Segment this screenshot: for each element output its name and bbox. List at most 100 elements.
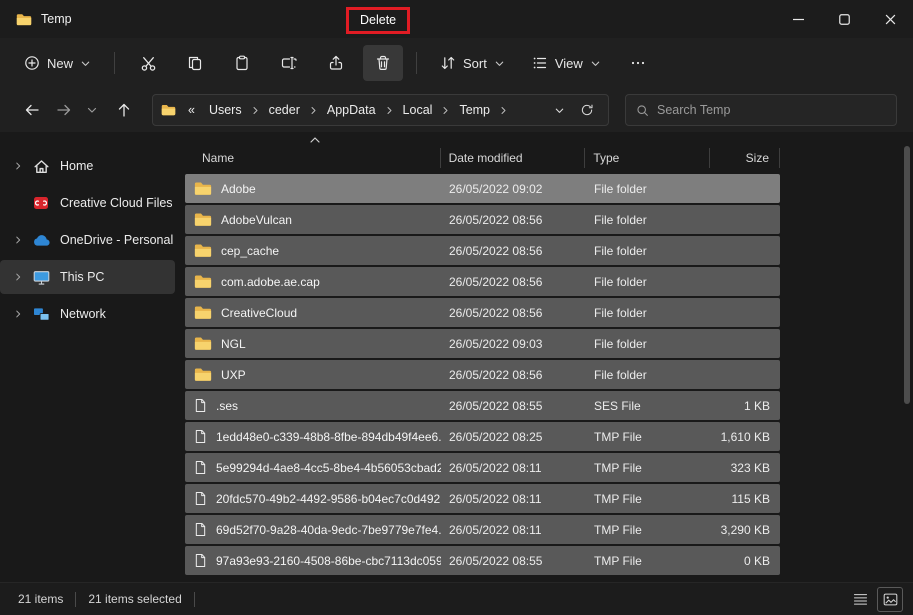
column-header-date-modified[interactable]: Date modified xyxy=(441,151,585,174)
file-date-modified: 26/05/2022 08:56 xyxy=(441,275,586,289)
content-area: Home Creative Cloud Files OneDrive - Per… xyxy=(0,132,913,582)
folder-icon xyxy=(194,212,212,227)
view-list-icon xyxy=(532,55,548,71)
column-header-name[interactable]: Name xyxy=(185,151,440,174)
breadcrumb-item-temp[interactable]: Temp xyxy=(453,100,496,120)
file-name-cell: AdobeVulcan xyxy=(185,212,441,227)
chevron-right-icon[interactable] xyxy=(10,272,26,282)
file-name: AdobeVulcan xyxy=(221,213,292,227)
delete-annotation-label: Delete xyxy=(360,13,396,27)
sidebar-item-creative-cloud-files[interactable]: Creative Cloud Files xyxy=(0,186,175,220)
file-name: 69d52f70-9a28-40da-9edc-7be9779e7fe4.... xyxy=(216,523,441,537)
sidebar-item-home[interactable]: Home xyxy=(0,149,175,183)
file-name-cell: CreativeCloud xyxy=(185,305,441,320)
column-header-type[interactable]: Type xyxy=(585,151,709,174)
new-button[interactable]: New xyxy=(14,45,101,81)
back-button[interactable] xyxy=(16,94,48,126)
file-name: 5e99294d-4ae8-4cc5-8be4-4b56053cbad2... xyxy=(216,461,441,475)
file-row[interactable]: 1edd48e0-c339-48b8-8fbe-894db49f4ee6... … xyxy=(185,422,780,451)
file-row[interactable]: 20fdc570-49b2-4492-9586-b04ec7c0d492....… xyxy=(185,484,780,513)
window-controls xyxy=(775,0,913,38)
file-row[interactable]: 69d52f70-9a28-40da-9edc-7be9779e7fe4....… xyxy=(185,515,780,544)
address-history-button[interactable] xyxy=(546,97,572,123)
file-name-cell: Adobe xyxy=(185,181,441,196)
file-name-cell: 97a93e93-2160-4508-86be-cbc7113dc059... xyxy=(185,553,441,568)
file-name: UXP xyxy=(221,368,246,382)
view-button[interactable]: View xyxy=(522,45,611,81)
file-name-cell: 1edd48e0-c339-48b8-8fbe-894db49f4ee6... xyxy=(185,429,441,444)
file-date-modified: 26/05/2022 08:56 xyxy=(441,306,586,320)
file-row[interactable]: cep_cache 26/05/2022 08:56 File folder xyxy=(185,236,780,265)
minimize-button[interactable] xyxy=(775,0,821,38)
file-type: TMP File xyxy=(586,461,711,475)
breadcrumb-item-ceder[interactable]: ceder xyxy=(263,100,306,120)
file-name: com.adobe.ae.cap xyxy=(221,275,320,289)
file-icon xyxy=(194,460,207,475)
sort-button-label: Sort xyxy=(463,56,487,71)
paste-button[interactable] xyxy=(222,45,262,81)
command-bar: New Sort View xyxy=(0,38,913,88)
vertical-scrollbar[interactable] xyxy=(903,138,910,576)
file-row[interactable]: CreativeCloud 26/05/2022 08:56 File fold… xyxy=(185,298,780,327)
file-row[interactable]: com.adobe.ae.cap 26/05/2022 08:56 File f… xyxy=(185,267,780,296)
breadcrumb-item-users[interactable]: Users xyxy=(203,100,248,120)
scissors-icon xyxy=(140,55,157,72)
sidebar-item-this-pc[interactable]: This PC xyxy=(0,260,175,294)
file-row[interactable]: .ses 26/05/2022 08:55 SES File 1 KB xyxy=(185,391,780,420)
search-input[interactable] xyxy=(657,103,886,117)
toolbar-divider xyxy=(114,52,115,74)
sidebar-item-label: Home xyxy=(60,159,93,173)
sidebar-item-network[interactable]: Network xyxy=(0,297,175,331)
file-row[interactable]: 5e99294d-4ae8-4cc5-8be4-4b56053cbad2... … xyxy=(185,453,780,482)
file-name-cell: NGL xyxy=(185,336,441,351)
breadcrumb[interactable]: « Users ceder AppData Local Temp xyxy=(152,94,609,126)
status-bar: 21 items 21 items selected xyxy=(0,582,913,615)
sort-button[interactable]: Sort xyxy=(430,45,515,81)
file-type: File folder xyxy=(586,337,711,351)
window-title-group: Temp xyxy=(0,12,72,26)
breadcrumb-item-appdata[interactable]: AppData xyxy=(321,100,382,120)
file-row[interactable]: AdobeVulcan 26/05/2022 08:56 File folder xyxy=(185,205,780,234)
file-name: .ses xyxy=(216,399,238,413)
breadcrumb-item-local[interactable]: Local xyxy=(397,100,439,120)
file-date-modified: 26/05/2022 08:55 xyxy=(441,399,586,413)
chevron-right-icon[interactable] xyxy=(10,161,26,171)
share-button[interactable] xyxy=(316,45,356,81)
recent-locations-button[interactable] xyxy=(80,94,104,126)
scrollbar-thumb[interactable] xyxy=(904,146,910,404)
file-date-modified: 26/05/2022 08:55 xyxy=(441,554,586,568)
file-row[interactable]: NGL 26/05/2022 09:03 File folder xyxy=(185,329,780,358)
folder-icon xyxy=(161,104,176,116)
thumbnail-view-button[interactable] xyxy=(877,587,903,612)
file-name-cell: .ses xyxy=(185,398,441,413)
file-name: NGL xyxy=(221,337,246,351)
column-header-size[interactable]: Size xyxy=(710,151,779,174)
file-date-modified: 26/05/2022 08:11 xyxy=(441,492,586,506)
chevron-right-icon[interactable] xyxy=(10,309,26,319)
up-button[interactable] xyxy=(108,94,140,126)
more-options-button[interactable] xyxy=(618,45,658,81)
column-divider[interactable] xyxy=(779,148,780,168)
sidebar-item-onedrive[interactable]: OneDrive - Personal xyxy=(0,223,175,257)
delete-button[interactable] xyxy=(363,45,403,81)
breadcrumb-overflow[interactable]: « xyxy=(182,100,201,120)
close-button[interactable] xyxy=(867,0,913,38)
details-view-button[interactable] xyxy=(847,587,873,612)
chevron-right-icon[interactable] xyxy=(10,235,26,245)
file-row[interactable]: Adobe 26/05/2022 09:02 File folder xyxy=(185,174,780,203)
toolbar-divider xyxy=(416,52,417,74)
cut-button[interactable] xyxy=(128,45,168,81)
file-date-modified: 26/05/2022 08:56 xyxy=(441,244,586,258)
file-row[interactable]: 97a93e93-2160-4508-86be-cbc7113dc059... … xyxy=(185,546,780,575)
file-type: TMP File xyxy=(586,554,711,568)
maximize-button[interactable] xyxy=(821,0,867,38)
rename-button[interactable] xyxy=(269,45,309,81)
status-divider xyxy=(194,592,195,607)
copy-button[interactable] xyxy=(175,45,215,81)
file-name: CreativeCloud xyxy=(221,306,297,320)
search-box[interactable] xyxy=(625,94,897,126)
refresh-button[interactable] xyxy=(574,97,600,123)
forward-button[interactable] xyxy=(52,94,76,126)
file-row[interactable]: UXP 26/05/2022 08:56 File folder xyxy=(185,360,780,389)
chevron-down-icon xyxy=(590,58,601,69)
